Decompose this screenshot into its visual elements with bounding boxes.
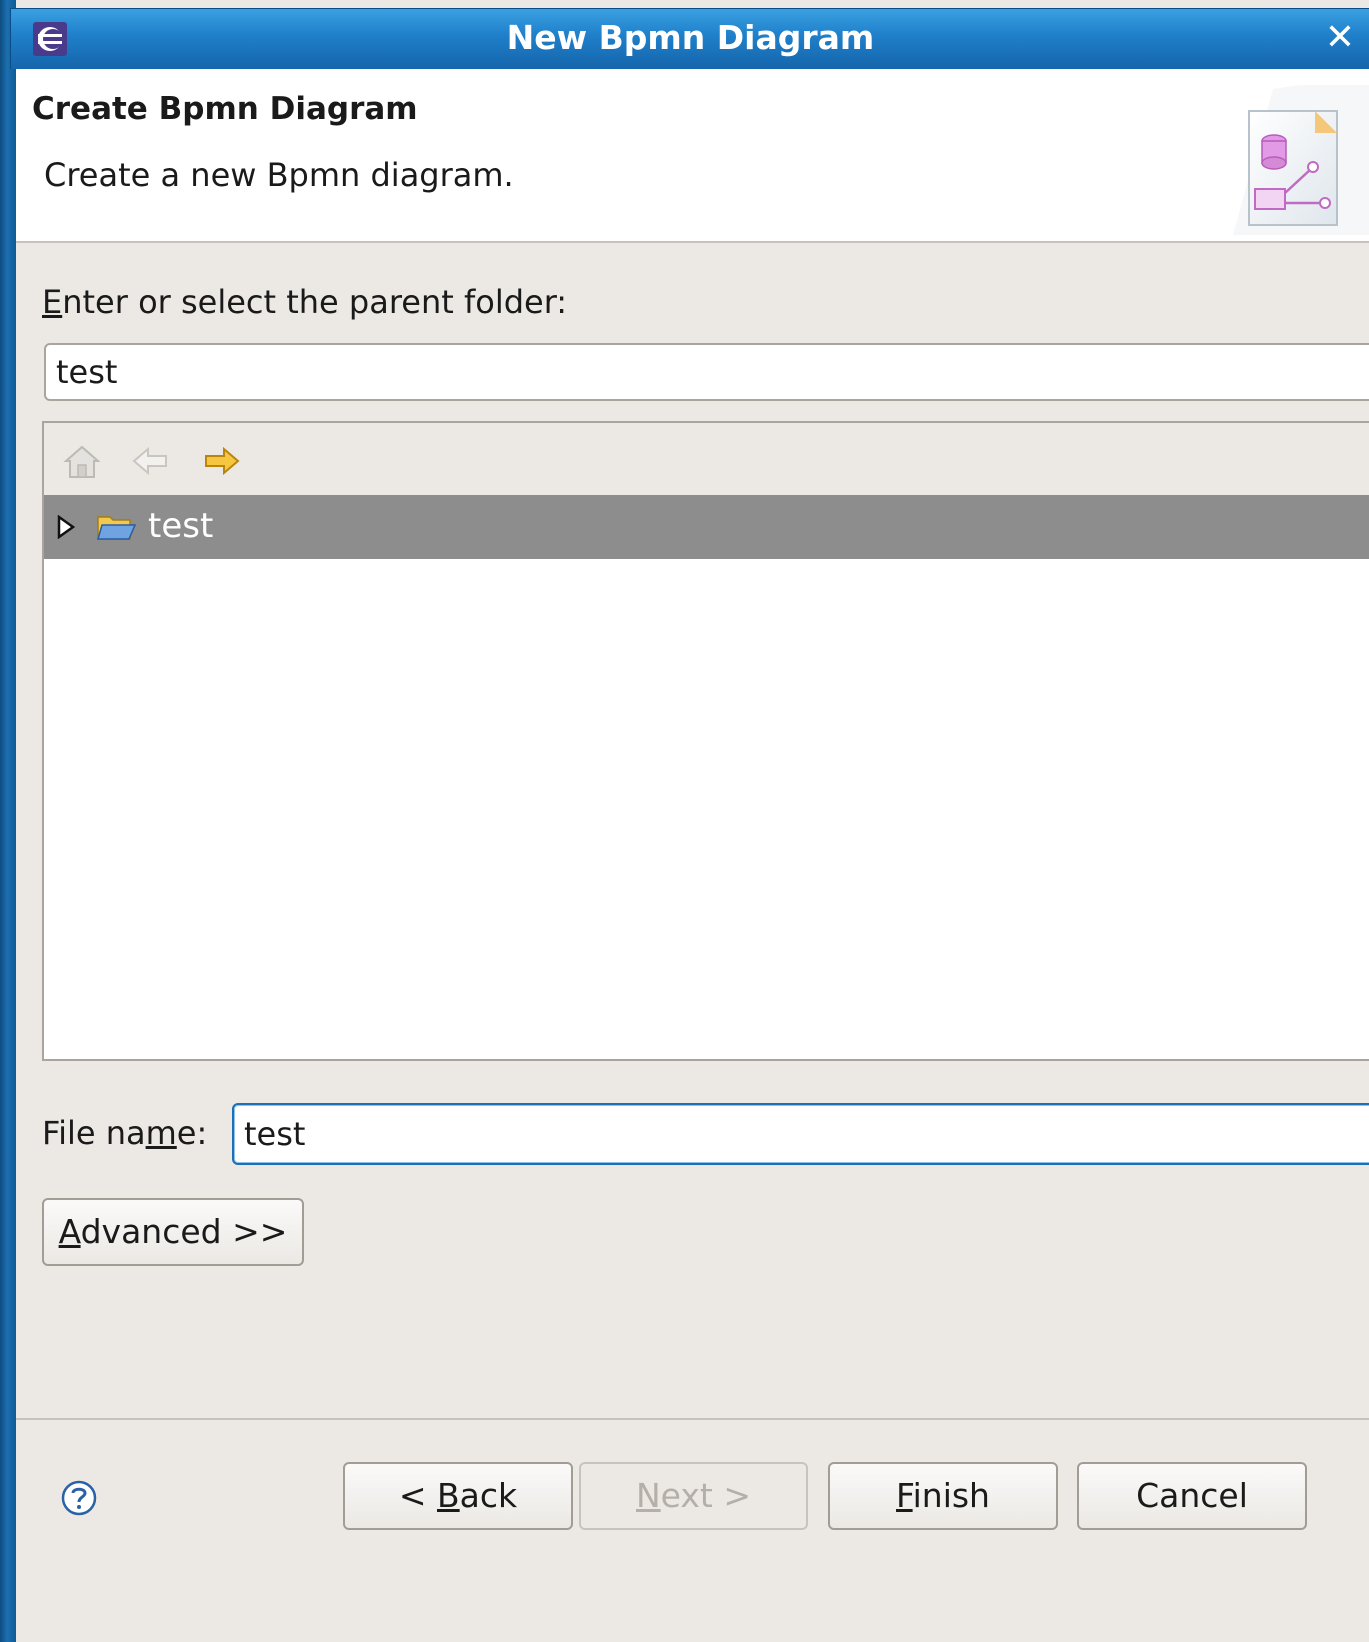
- button-label: inish: [912, 1476, 990, 1515]
- page-title: Create Bpmn Diagram: [32, 91, 418, 127]
- button-label: <: [398, 1476, 437, 1515]
- button-label: ack: [459, 1476, 518, 1515]
- window-frame: [0, 0, 16, 1642]
- back-button[interactable]: < Back: [343, 1462, 573, 1530]
- mnemonic: N: [635, 1476, 661, 1515]
- label-text: e:: [176, 1114, 208, 1152]
- title-bar[interactable]: New Bpmn Diagram ✕: [10, 8, 1369, 69]
- help-icon[interactable]: [60, 1479, 98, 1517]
- forward-arrow-icon[interactable]: [202, 441, 242, 481]
- window-title: New Bpmn Diagram: [506, 18, 875, 57]
- file-name-label: File name:: [42, 1114, 207, 1152]
- home-icon[interactable]: [62, 441, 102, 481]
- folder-open-icon: [97, 516, 136, 540]
- mnemonic: A: [58, 1212, 81, 1251]
- parent-folder-label: Enter or select the parent folder:: [42, 283, 567, 321]
- footer-separator: [16, 1418, 1369, 1420]
- advanced-button[interactable]: Advanced >>: [42, 1198, 304, 1266]
- bpmn-diagram-wizard-icon: [1233, 85, 1369, 235]
- page-description: Create a new Bpmn diagram.: [44, 156, 514, 194]
- parent-folder-input[interactable]: [44, 343, 1369, 401]
- close-icon: ✕: [1324, 17, 1356, 58]
- mnemonic: E: [42, 283, 63, 321]
- finish-button[interactable]: Finish: [828, 1462, 1058, 1530]
- expand-arrow-icon[interactable]: [56, 515, 76, 539]
- mnemonic: B: [437, 1476, 460, 1515]
- tree-toolbar: [44, 423, 1369, 495]
- back-arrow-icon[interactable]: [130, 441, 170, 481]
- next-button[interactable]: Next >: [579, 1462, 808, 1530]
- header-separator: [16, 241, 1369, 243]
- button-label: dvanced >>: [80, 1212, 288, 1251]
- mnemonic: m: [145, 1114, 177, 1152]
- tree-item-label: test: [148, 506, 214, 546]
- wizard-dialog: New Bpmn Diagram ✕ Create Bpmn Diagram C…: [0, 0, 1369, 1642]
- cancel-button[interactable]: Cancel: [1077, 1462, 1307, 1530]
- tree-item[interactable]: test: [44, 495, 1369, 559]
- button-label: ext >: [660, 1476, 752, 1515]
- mnemonic: F: [896, 1476, 913, 1515]
- label-text: File na: [42, 1114, 146, 1152]
- file-name-input[interactable]: [232, 1103, 1369, 1165]
- folder-tree[interactable]: test: [42, 421, 1369, 1061]
- label-text: nter or select the parent folder:: [62, 283, 568, 321]
- wizard-header: Create Bpmn Diagram Create a new Bpmn di…: [16, 69, 1369, 241]
- close-button[interactable]: ✕: [1310, 9, 1369, 69]
